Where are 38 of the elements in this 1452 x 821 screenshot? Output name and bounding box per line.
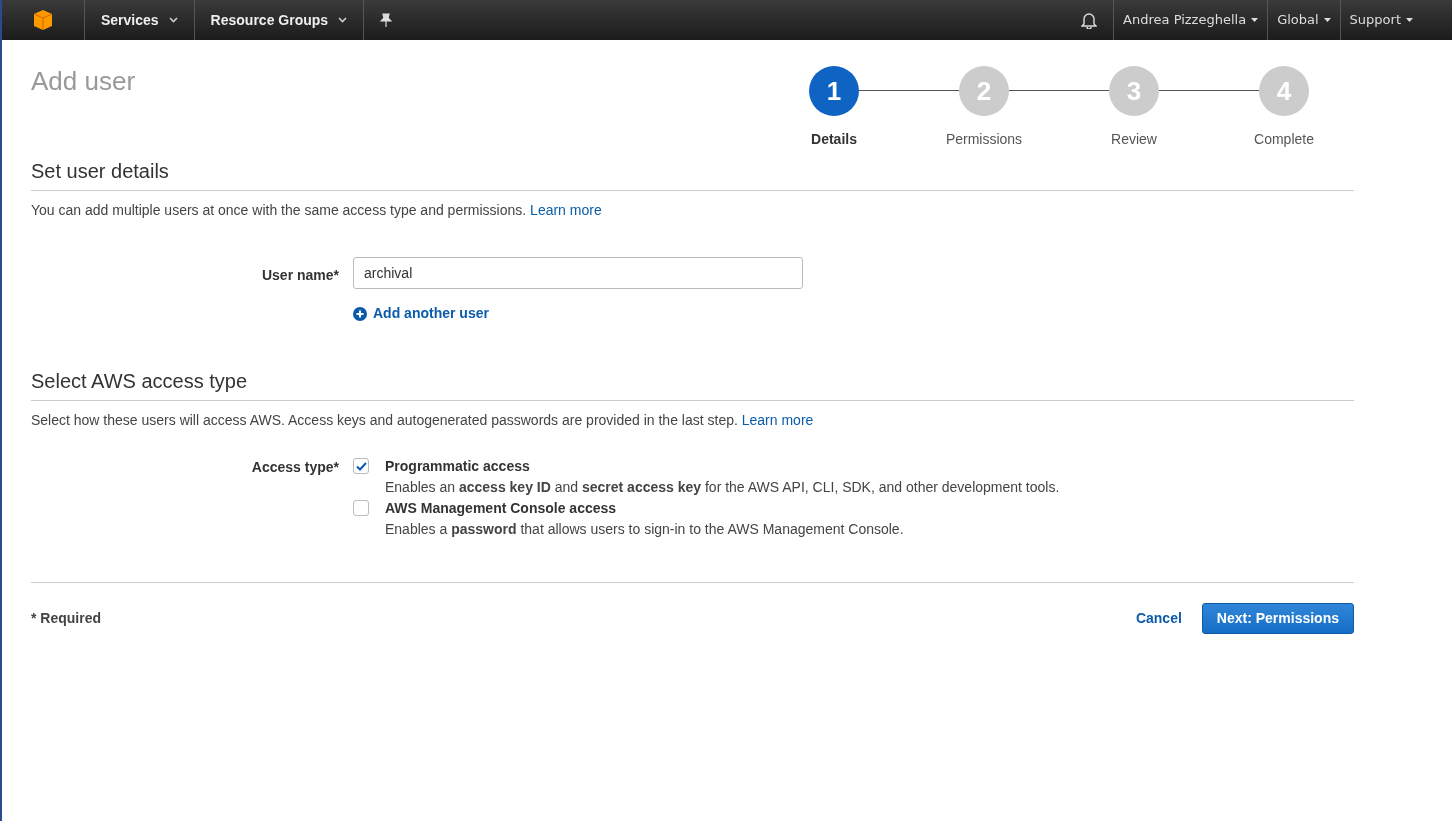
checkbox[interactable] <box>353 458 369 474</box>
section-heading: Select AWS access type <box>31 366 1354 401</box>
option-description: Enables a password that allows users to sign-in to the AWS Management Console. <box>385 520 904 538</box>
checkbox[interactable] <box>353 500 369 516</box>
learn-more-link[interactable]: Learn more <box>741 412 814 428</box>
caret-icon <box>1406 18 1413 22</box>
cancel-button[interactable]: Cancel <box>1133 608 1184 629</box>
option-label: Programmatic access <box>385 457 531 475</box>
field-label: Access type* <box>250 458 340 477</box>
nav-menu-button[interactable]: Services <box>85 0 195 40</box>
pin-icon[interactable] <box>380 13 393 27</box>
option-description: Enables an access key ID and secret access key for the AWS API, CLI, SDK, and other development tools. <box>385 478 1060 496</box>
plus-circle-icon <box>353 306 367 321</box>
caret-icon <box>1323 18 1331 22</box>
nav-menu-button[interactable]: Andrea Pizzeghella <box>1114 0 1269 40</box>
caret-icon <box>168 17 178 23</box>
nav-menu-button[interactable]: Resource Groups <box>194 0 365 40</box>
caret-icon <box>1251 18 1259 22</box>
nav-menu-button[interactable]: Support <box>1340 0 1422 40</box>
learn-more-link[interactable]: Learn more <box>530 202 602 218</box>
section-description: You can add multiple users at once with the same access type and permissions. Learn more <box>31 201 603 220</box>
option-label: AWS Management Console access <box>385 499 618 517</box>
next-button[interactable]: Next: Permissions <box>1201 603 1354 634</box>
step-label: Complete <box>1254 130 1314 149</box>
section-description: Select how these users will access AWS. Access keys and autogenerated passwords are provided in the last step. Learn more <box>31 411 815 430</box>
step-label: Permissions <box>945 130 1023 149</box>
step-label: Review <box>1111 130 1157 149</box>
cube-logo-icon[interactable] <box>33 9 53 31</box>
add-another-user-link[interactable]: Add another user <box>353 303 803 324</box>
nav-menu-button[interactable]: Global <box>1268 0 1341 40</box>
user-name-field[interactable]: archival <box>353 257 803 289</box>
required-note: * Required <box>31 609 101 628</box>
section-heading: Set user details <box>31 156 1354 191</box>
field-label: User name* <box>260 266 340 285</box>
step-label: Details <box>811 130 857 149</box>
bell-icon[interactable] <box>1081 11 1098 29</box>
page-title: Add user <box>31 65 136 98</box>
caret-icon <box>338 17 348 23</box>
